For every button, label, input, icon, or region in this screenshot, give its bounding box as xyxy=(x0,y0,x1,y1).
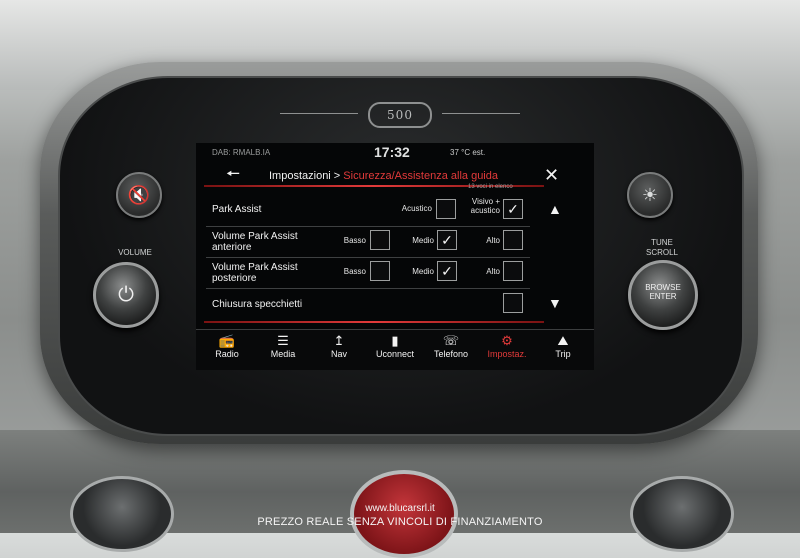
nav-label: Trip xyxy=(555,349,571,359)
nav-nav[interactable]: ↥ Nav xyxy=(311,330,367,370)
close-icon[interactable]: ✕ xyxy=(544,166,559,184)
radio-source: DAB: RMALB.IA xyxy=(212,148,271,157)
phone-icon: ☏ xyxy=(442,333,460,348)
uconnect-icon: ▮ xyxy=(391,333,399,348)
nav-telefono[interactable]: ☏ Telefono xyxy=(423,330,479,370)
nav-radio[interactable]: 📻 Radio xyxy=(199,330,255,370)
volume-power-knob[interactable]: ⏻ xyxy=(93,262,159,328)
brightness-icon[interactable]: ☀ xyxy=(627,172,673,218)
browse-enter-knob[interactable]: BROWSE ENTER xyxy=(628,260,698,330)
nav-icon: ↥ xyxy=(333,333,345,348)
nav-trip[interactable]: ⛰ Trip xyxy=(535,330,591,370)
option-label: Alto xyxy=(486,267,500,276)
enter-label: ENTER xyxy=(649,292,677,301)
nav-media[interactable]: ☰ Media xyxy=(255,330,311,370)
breadcrumb-root[interactable]: Impostazioni > xyxy=(269,170,340,182)
checkbox-basso-posteriore[interactable] xyxy=(370,261,390,281)
outside-temperature: 37 °C est. xyxy=(450,148,486,157)
nav-label: Telefono xyxy=(433,349,469,359)
nav-uconnect[interactable]: ▮ Uconnect xyxy=(367,330,423,370)
nav-impostazioni[interactable]: ⚙ Impostaz. xyxy=(479,330,535,370)
option-label: Alto xyxy=(486,236,500,245)
checkbox-alto-anteriore[interactable] xyxy=(503,230,523,250)
checkbox-visivo-acustico[interactable]: ✓ xyxy=(503,199,523,219)
breadcrumb: Impostazioni > Sicurezza/Assistenza alla… xyxy=(269,170,498,182)
speaker-mute-icon[interactable]: 🔇 xyxy=(116,172,162,218)
setting-name: Volume Park Assist anteriore xyxy=(212,231,298,253)
touchscreen: DAB: RMALB.IA 17:32 37 °C est. 🠔 Imposta… xyxy=(196,143,594,370)
checkbox-medio-posteriore[interactable]: ✓ xyxy=(437,261,457,281)
scroll-up-icon[interactable]: ▲ xyxy=(548,201,562,217)
settings-icon: ⚙ xyxy=(501,333,513,348)
nav-label: Media xyxy=(270,349,296,359)
climate-knob-left[interactable] xyxy=(70,476,174,552)
status-bar: DAB: RMALB.IA 17:32 37 °C est. xyxy=(196,143,594,161)
nav-label: Radio xyxy=(215,349,239,359)
nav-label: Nav xyxy=(330,349,347,359)
option-label: Acustico xyxy=(401,204,432,213)
logo-badge: 500 xyxy=(368,102,432,128)
checkbox-chiusura-specchietti[interactable] xyxy=(503,293,523,313)
dealer-slogan: PREZZO REALE SENZA VINCOLI DI FINANZIAME… xyxy=(257,516,543,528)
setting-row-volume-posteriore: Volume Park Assist posteriore Basso Medi… xyxy=(196,258,541,290)
title-bar: 🠔 Impostazioni > Sicurezza/Assistenza al… xyxy=(196,165,594,187)
nav-label: Impostaz. xyxy=(487,349,527,359)
item-count: 13 voci in elenco xyxy=(468,184,513,190)
car-icon: ⛰ xyxy=(557,333,569,348)
browse-label: BROWSE xyxy=(645,283,681,292)
setting-name: Chiusura specchietti xyxy=(212,299,303,310)
breadcrumb-current: Sicurezza/Assistenza alla guida xyxy=(343,170,498,182)
tune-scroll-label: TUNE SCROLL xyxy=(645,238,678,257)
row-divider xyxy=(206,288,530,289)
setting-row-chiusura-specchietti: Chiusura specchietti xyxy=(196,290,541,322)
climate-knob-right[interactable] xyxy=(630,476,734,552)
checkbox-acustico[interactable] xyxy=(436,199,456,219)
back-arrow-icon[interactable]: 🠔 xyxy=(226,166,240,184)
brand-logo: 500 xyxy=(280,101,520,128)
setting-name: Volume Park Assist posteriore xyxy=(212,262,298,284)
media-icon: ☰ xyxy=(277,333,289,348)
hazard-button[interactable] xyxy=(350,470,458,558)
clock: 17:32 xyxy=(374,144,410,160)
option-label: Visivo + acustico xyxy=(470,197,500,215)
setting-row-park-assist: Park Assist Acustico Visivo + acustico ✓ xyxy=(196,193,541,225)
radio-icon: 📻 xyxy=(218,333,236,348)
bottom-nav: 📻 Radio ☰ Media ↥ Nav ▮ Uconnect ☏ Telef… xyxy=(196,329,594,370)
checkbox-alto-posteriore[interactable] xyxy=(503,261,523,281)
checkbox-medio-anteriore[interactable]: ✓ xyxy=(437,230,457,250)
dealer-site: www.blucarsrl.it xyxy=(365,503,435,514)
option-label: Basso xyxy=(343,236,366,245)
setting-row-volume-anteriore: Volume Park Assist anteriore Basso Medio… xyxy=(196,227,541,259)
option-label: Basso xyxy=(343,267,366,276)
scroll-down-icon[interactable]: ▼ xyxy=(548,295,562,311)
volume-label: VOLUME xyxy=(118,248,152,257)
option-label: Medio xyxy=(412,236,434,245)
option-label: Medio xyxy=(412,267,434,276)
checkbox-basso-anteriore[interactable] xyxy=(370,230,390,250)
nav-label: Uconnect xyxy=(375,349,415,359)
power-icon: ⏻ xyxy=(118,284,134,306)
setting-name: Park Assist xyxy=(212,204,262,215)
list-bottom-line xyxy=(204,321,544,323)
